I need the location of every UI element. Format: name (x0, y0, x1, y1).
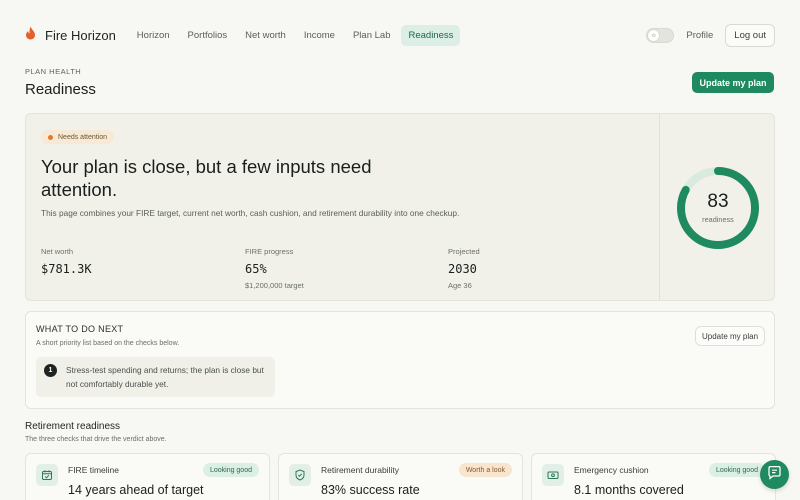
check-status-pill: Looking good (708, 463, 765, 477)
hero-title: Your plan is close, but a few inputs nee… (41, 156, 372, 200)
update-plan-secondary-button[interactable]: Update my plan (695, 326, 765, 346)
stat-value: 2030 (448, 262, 477, 276)
chat-button[interactable] (760, 460, 789, 489)
check-value: 83% success rate (321, 483, 420, 497)
nav-links: Horizon Portfolios Net worth Income Plan… (130, 24, 461, 46)
check-card-fire-timeline: FIRE timeline 14 years ahead of target L… (25, 453, 270, 500)
status-badge: Needs attention (41, 130, 115, 144)
hero-divider (659, 114, 660, 300)
check-status-pill: Looking good (202, 463, 259, 477)
next-title: WHAT TO DO NEXT (36, 324, 124, 334)
brand[interactable]: Fire Horizon (25, 26, 116, 45)
flame-icon (25, 26, 36, 45)
logout-button[interactable]: Log out (725, 23, 775, 47)
stat-projected: Projected 2030 Age 36 (448, 247, 480, 290)
cash-icon (542, 464, 564, 486)
chat-icon (767, 465, 782, 485)
nav-link-income[interactable]: Income (297, 25, 342, 46)
check-status-pill: Worth a look (458, 463, 512, 477)
stat-label: Projected (448, 247, 480, 256)
stat-value: $781.3K (41, 262, 92, 276)
stat-value: 65% (245, 262, 267, 276)
stat-sub: $1,200,000 target (245, 281, 304, 290)
page-eyebrow: PLAN HEALTH (25, 67, 82, 76)
check-label: FIRE timeline (68, 465, 120, 475)
nav-link-plan-lab[interactable]: Plan Lab (346, 25, 398, 46)
nav-link-horizon[interactable]: Horizon (130, 25, 177, 46)
stat-sub: Age 36 (448, 281, 472, 290)
shield-check-icon (289, 464, 311, 486)
nav-link-net-worth[interactable]: Net worth (238, 25, 293, 46)
stat-label: FIRE progress (245, 247, 294, 256)
check-card-retirement-durability: Retirement durability 83% success rate W… (278, 453, 523, 500)
brand-name: Fire Horizon (45, 27, 116, 43)
next-steps-card: WHAT TO DO NEXT A short priority list ba… (25, 311, 775, 409)
priority-text: Stress-test spending and returns; the pl… (66, 365, 264, 389)
next-subtitle: A short priority list based on the check… (36, 340, 180, 347)
priority-number: 1 (44, 364, 57, 377)
nav-right: ☼ Profile Log out (646, 23, 775, 47)
sun-icon: ☼ (648, 29, 660, 41)
nav-link-readiness[interactable]: Readiness (401, 24, 461, 46)
readiness-score: 83 (707, 191, 729, 212)
status-badge-label: Needs attention (58, 133, 108, 141)
update-plan-button[interactable]: Update my plan (692, 72, 774, 93)
priority-item: 1 Stress-test spending and returns; the … (36, 357, 275, 397)
check-label: Emergency cushion (574, 465, 649, 475)
check-value: 8.1 months covered (574, 483, 684, 497)
hero-description: This page combines your FIRE target, cur… (41, 208, 460, 218)
section-title: Retirement readiness (25, 421, 121, 432)
status-dot-icon (48, 134, 53, 140)
stat-fire-progress: FIRE progress 65% $1,200,000 target (245, 247, 304, 290)
stat-net-worth: Net worth $781.3K (41, 247, 92, 276)
theme-toggle[interactable]: ☼ (646, 27, 675, 43)
profile-link[interactable]: Profile (686, 30, 713, 41)
top-nav: Fire Horizon Horizon Portfolios Net wort… (0, 0, 800, 70)
readiness-label: readiness (702, 215, 734, 224)
check-value: 14 years ahead of target (68, 483, 204, 497)
nav-link-portfolios[interactable]: Portfolios (181, 25, 235, 46)
stat-label: Net worth (41, 247, 74, 256)
section-subtitle: The three checks that drive the verdict … (25, 436, 167, 443)
check-card-emergency-cushion: Emergency cushion 8.1 months covered Loo… (531, 453, 776, 500)
page-title: Readiness (25, 81, 96, 98)
check-label: Retirement durability (321, 465, 399, 475)
calendar-check-icon (36, 464, 58, 486)
hero-card: Needs attention Your plan is close, but … (25, 113, 775, 301)
